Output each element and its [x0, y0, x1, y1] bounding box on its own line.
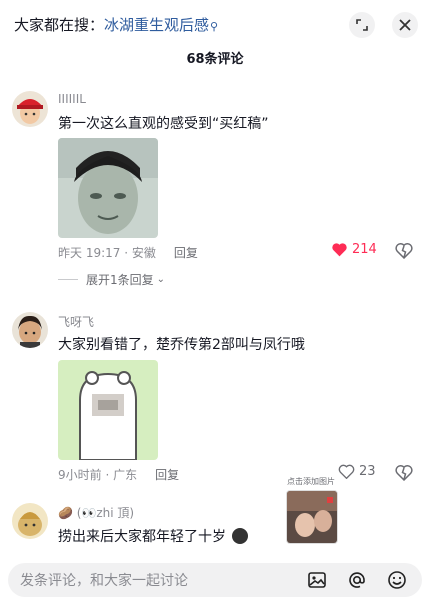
at-icon[interactable] — [346, 569, 368, 591]
expand-icon[interactable] — [349, 12, 375, 38]
expand-replies-button[interactable]: 展开1条回复 ⌄ — [58, 271, 165, 288]
reply-button[interactable]: 回复 — [155, 468, 179, 482]
comment-item: IIIIIIL 第一次这么直观的感受到“买红稿” 昨天 19:17 · 安徽 回复… — [0, 88, 430, 288]
comment-input-bar[interactable]: 发条评论，和大家一起讨论 — [8, 563, 422, 597]
broken-heart-icon[interactable] — [395, 464, 413, 482]
comment-meta: 昨天 19:17 · 安徽 回复 — [58, 244, 198, 261]
search-keyword-link[interactable]: 冰湖重生观后感 — [104, 16, 209, 34]
suggested-image-thumbnail[interactable] — [286, 490, 338, 544]
avatar[interactable] — [12, 312, 48, 348]
comment-text: 大家别看错了，楚乔传第2部叫与凤行哦 — [58, 337, 305, 353]
search-icon: ⚲ — [210, 19, 219, 33]
comment-item: 🥔 (👀zhi 頂) 捞出来后大家都年轻了十岁 — [0, 500, 430, 560]
comment-image[interactable] — [58, 360, 158, 460]
like-count: 214 — [352, 242, 377, 257]
comment-text: 第一次这么直观的感受到“买红稿” — [58, 116, 269, 132]
comment-input[interactable]: 发条评论，和大家一起讨论 — [20, 570, 306, 590]
expand-replies-label: 展开1条回复 — [86, 273, 154, 287]
divider — [58, 279, 78, 280]
comment-image[interactable] — [58, 138, 158, 238]
comment-meta: 9小时前 · 广东 回复 — [58, 466, 179, 483]
heart-icon — [332, 243, 347, 257]
reply-button[interactable]: 回复 — [174, 246, 198, 260]
close-icon[interactable] — [392, 12, 418, 38]
search-suggestion[interactable]: 大家都在搜：冰湖重生观后感⚲ — [14, 14, 218, 35]
username[interactable]: 🥔 (👀zhi 頂) — [58, 504, 134, 521]
comment-text: 捞出来后大家都年轻了十岁 — [58, 526, 249, 546]
like-button[interactable]: 23 — [338, 464, 376, 479]
like-button[interactable]: 214 — [331, 242, 377, 257]
like-count: 23 — [359, 464, 376, 479]
avatar[interactable] — [12, 503, 48, 539]
username[interactable]: 飞呀飞 — [58, 313, 94, 330]
heart-icon — [338, 464, 355, 479]
search-prefix: 大家都在搜： — [14, 15, 105, 34]
emoji-icon[interactable] — [386, 569, 408, 591]
broken-heart-icon[interactable] — [395, 242, 413, 260]
username[interactable]: IIIIIIL — [58, 92, 86, 106]
comment-count-title: 68条评论 — [186, 52, 244, 67]
image-icon[interactable] — [306, 569, 328, 591]
avatar[interactable] — [12, 91, 48, 127]
chevron-down-icon: ⌄ — [156, 274, 166, 285]
comment-time-location: 昨天 19:17 · 安徽 — [58, 246, 156, 260]
comment-item: 飞呀飞 大家别看错了，楚乔传第2部叫与凤行哦 9小时前 · 广东 回复 23 — [0, 310, 430, 490]
add-image-suggestion[interactable]: 点击添加图片 — [286, 476, 340, 550]
emoji-sticker — [232, 528, 249, 544]
comment-time-location: 9小时前 · 广东 — [58, 468, 138, 482]
add-image-caption: 点击添加图片 — [287, 477, 335, 486]
